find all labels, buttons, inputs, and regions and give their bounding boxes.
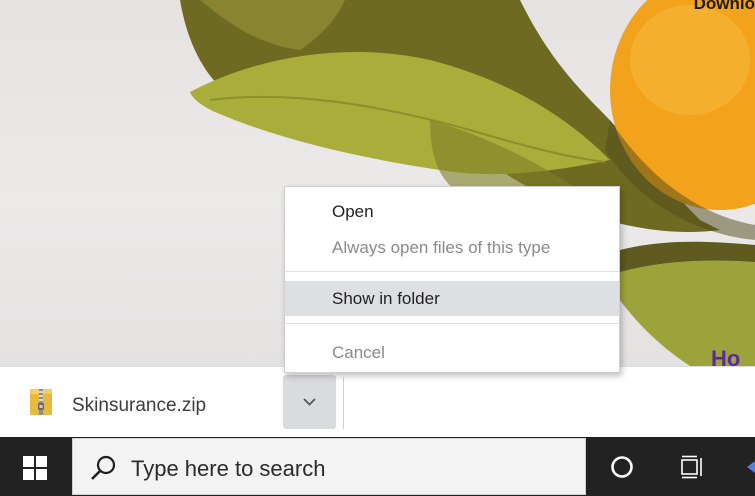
menu-item-always-open[interactable]: Always open files of this type [285, 230, 619, 265]
screen: Downlo Ho Skinsurance.zip Open Always op… [0, 0, 755, 496]
task-view-icon [681, 455, 702, 479]
chevron-down-icon [303, 398, 316, 406]
menu-separator [285, 323, 619, 324]
search-placeholder: Type here to search [131, 456, 326, 481]
menu-separator [285, 271, 619, 272]
download-options-button[interactable] [283, 375, 336, 429]
shelf-divider [343, 377, 344, 429]
page-link[interactable]: Ho [711, 346, 755, 366]
download-context-menu: Open Always open files of this type Show… [284, 186, 620, 373]
windows-logo-icon [23, 456, 47, 480]
cortana-circle-icon [611, 456, 633, 478]
task-view-button[interactable] [670, 445, 716, 489]
download-item[interactable]: Skinsurance.zip [0, 367, 343, 437]
menu-item-show-in-folder[interactable]: Show in folder [285, 281, 619, 316]
start-button[interactable] [0, 437, 70, 496]
pinned-app-icon[interactable] [744, 461, 755, 473]
page-heading: Downlo [693, 0, 755, 13]
menu-item-open[interactable]: Open [285, 194, 619, 229]
taskbar-search-box[interactable]: Type here to search [72, 438, 586, 495]
zip-archive-icon [30, 389, 52, 415]
menu-item-cancel[interactable]: Cancel [285, 335, 619, 370]
download-shelf: Skinsurance.zip [0, 366, 755, 437]
download-file-name: Skinsurance.zip [72, 395, 207, 416]
cortana-button[interactable] [600, 445, 644, 489]
taskbar: Type here to search [0, 437, 755, 496]
search-icon [91, 455, 116, 480]
